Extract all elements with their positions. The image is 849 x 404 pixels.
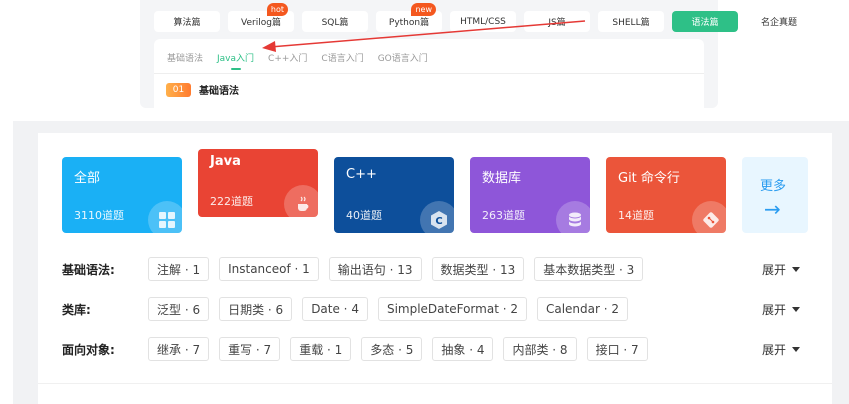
caret-down-icon xyxy=(792,347,801,352)
tag[interactable]: Date · 4 xyxy=(302,297,368,321)
sub-tab-go-intro[interactable]: GO语言入门 xyxy=(378,51,428,70)
expand-button[interactable]: 展开 xyxy=(762,341,801,358)
section-header: 01 基础语法 xyxy=(166,82,239,97)
tag[interactable]: 重载 · 1 xyxy=(290,337,352,361)
card-cpp[interactable]: C++ 40道题 C xyxy=(334,157,454,233)
language-tabs: 算法篇 Verilog篇 hot SQL篇 Python篇 new HTML/CSS… xyxy=(154,3,812,32)
tab-algorithm[interactable]: 算法篇 xyxy=(154,11,220,32)
expand-button[interactable]: 展开 xyxy=(762,301,801,318)
category-cards: 全部 3110道题 Java 222道题 C++ 40道题 C 数据库 263道… xyxy=(62,149,808,233)
question-bank-panel: 全部 3110道题 Java 222道题 C++ 40道题 C 数据库 263道… xyxy=(38,133,832,404)
sub-tab-java-intro[interactable]: Java入门 xyxy=(217,51,254,70)
grid-icon xyxy=(148,201,182,233)
tag[interactable]: 接口 · 7 xyxy=(586,337,648,361)
section-number: 01 xyxy=(166,82,191,97)
tag[interactable]: 继承 · 7 xyxy=(148,337,210,361)
tag[interactable]: 重写 · 7 xyxy=(219,337,281,361)
tab-python[interactable]: Python篇 new xyxy=(376,3,442,32)
filter-row-oop: 面向对象: 继承 · 7 重写 · 7 重载 · 1 多态 · 5 抽象 · 4… xyxy=(62,337,648,361)
caret-down-icon xyxy=(792,307,801,312)
sub-tabs: 基础语法 Java入门 C++入门 C语言入门 GO语言入门 xyxy=(167,51,428,70)
filter-row-basic-syntax: 基础语法: 注解 · 1 Instanceof · 1 输出语句 · 13 数据… xyxy=(62,257,644,281)
tag[interactable]: 注解 · 1 xyxy=(148,257,210,281)
svg-text:C: C xyxy=(435,216,442,227)
tag[interactable]: 日期类 · 6 xyxy=(219,297,293,321)
tab-company-exams[interactable]: 名企真题 xyxy=(746,11,812,32)
tag[interactable]: 多态 · 5 xyxy=(361,337,423,361)
cpp-icon: C xyxy=(420,201,454,233)
caret-down-icon xyxy=(792,267,801,272)
card-database[interactable]: 数据库 263道题 xyxy=(470,157,590,233)
tab-shell[interactable]: SHELL篇 xyxy=(598,11,664,32)
java-cup-icon xyxy=(284,185,318,217)
section-title: 基础语法 xyxy=(199,86,239,97)
sub-tab-cpp-intro[interactable]: C++入门 xyxy=(268,51,307,70)
expand-button[interactable]: 展开 xyxy=(762,261,801,278)
tag[interactable]: 输出语句 · 13 xyxy=(328,257,422,281)
tag[interactable]: 基本数据类型 · 3 xyxy=(534,257,644,281)
database-icon xyxy=(556,201,590,233)
hot-badge: hot xyxy=(266,3,288,16)
divider xyxy=(154,73,704,74)
tab-sql[interactable]: SQL篇 xyxy=(302,11,368,32)
tag[interactable]: Instanceof · 1 xyxy=(219,257,319,281)
filter-row-class-library: 类库: 泛型 · 6 日期类 · 6 Date · 4 SimpleDateFo… xyxy=(62,297,629,321)
tag[interactable]: 泛型 · 6 xyxy=(148,297,210,321)
sub-tab-c-intro[interactable]: C语言入门 xyxy=(321,51,363,70)
tag[interactable]: Calendar · 2 xyxy=(536,297,629,321)
tab-html-css[interactable]: HTML/CSS xyxy=(450,11,516,32)
card-all[interactable]: 全部 3110道题 xyxy=(62,157,182,233)
tag[interactable]: 数据类型 · 13 xyxy=(431,257,525,281)
sub-card: 基础语法 Java入门 C++入门 C语言入门 GO语言入门 01 基础语法 xyxy=(154,39,704,108)
card-git[interactable]: Git 命令行 14道题 xyxy=(606,157,726,233)
tab-syntax[interactable]: 语法篇 xyxy=(672,11,738,32)
top-screenshot: 算法篇 Verilog篇 hot SQL篇 Python篇 new HTML/CSS… xyxy=(140,0,812,108)
divider xyxy=(38,383,832,384)
arrow-right-icon: → xyxy=(764,197,781,221)
tag[interactable]: 抽象 · 4 xyxy=(432,337,494,361)
git-icon xyxy=(692,201,726,233)
tag[interactable]: SimpleDateFormat · 2 xyxy=(377,297,527,321)
tab-js[interactable]: JS篇 xyxy=(524,11,590,32)
tab-verilog[interactable]: Verilog篇 hot xyxy=(228,3,294,32)
tag[interactable]: 内部类 · 8 xyxy=(503,337,577,361)
more-button[interactable]: 更多 → xyxy=(742,157,808,233)
sub-tab-basic-syntax[interactable]: 基础语法 xyxy=(167,51,203,70)
card-java[interactable]: Java 222道题 xyxy=(198,149,318,217)
new-badge: new xyxy=(411,3,436,16)
